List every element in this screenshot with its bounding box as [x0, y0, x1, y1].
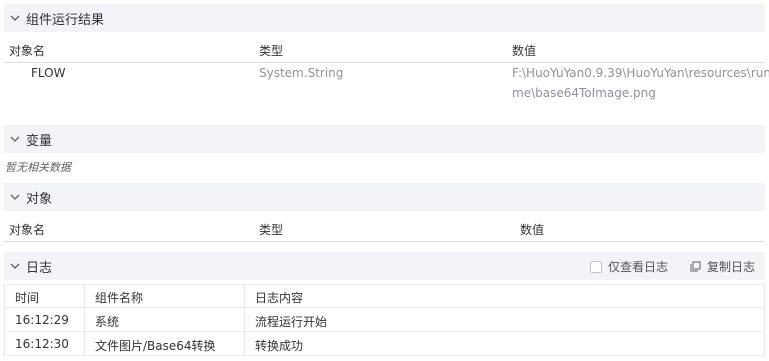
variables-empty-text: 暂无相关数据 [5, 161, 71, 174]
variables-section-header[interactable]: 变量 [4, 125, 765, 153]
log-col-content: 日志内容 [255, 291, 304, 305]
result-col-object-name: 对象名 [9, 44, 46, 58]
result-row-name: FLOW [31, 66, 66, 80]
log-row-time: 16:12:30 [15, 337, 69, 351]
log-row: 16:12:30 文件图片/Base64转换 转换成功 [4, 332, 765, 356]
chevron-down-icon[interactable] [10, 261, 20, 271]
objects-header-divider [4, 241, 765, 242]
checkbox-icon[interactable] [589, 260, 602, 273]
log-section-title: 日志 [26, 260, 53, 276]
log-col-time: 时间 [15, 291, 40, 305]
log-table-header: 时间 组件名称 日志内容 [4, 284, 765, 308]
result-header-divider [4, 62, 765, 63]
log-row-content: 转换成功 [255, 339, 304, 353]
log-grid-line [84, 284, 85, 356]
log-grid-line [4, 284, 5, 356]
result-row-value-line2: me\base64ToImage.png [512, 86, 656, 100]
only-view-log-label: 仅查看日志 [607, 260, 668, 274]
objects-col-object-name: 对象名 [9, 223, 46, 237]
result-row-value-line1: F:\HuoYuYan0.9.39\HuoYuYan\resources\run… [512, 66, 769, 80]
chevron-down-icon[interactable] [10, 13, 20, 23]
log-row-component: 文件图片/Base64转换 [95, 339, 216, 353]
variables-section-title: 变量 [26, 133, 53, 149]
copy-log-label: 复制日志 [706, 260, 755, 274]
result-col-value: 数值 [512, 44, 537, 58]
result-section-title: 组件运行结果 [26, 12, 105, 28]
only-view-log-checkbox[interactable]: 仅查看日志 [589, 258, 668, 275]
result-col-type: 类型 [259, 44, 284, 58]
log-col-component: 组件名称 [95, 291, 144, 305]
objects-section-title: 对象 [26, 191, 53, 207]
log-row: 16:12:29 系统 流程运行开始 [4, 308, 765, 332]
log-grid-line [244, 284, 245, 356]
log-actions: 仅查看日志 复制日志 [589, 258, 755, 275]
log-row-content: 流程运行开始 [255, 315, 328, 329]
copy-log-button[interactable]: 复制日志 [690, 258, 755, 275]
objects-col-value: 数值 [520, 223, 545, 237]
result-section-header[interactable]: 组件运行结果 [4, 4, 765, 32]
objects-section-header[interactable]: 对象 [4, 183, 765, 211]
chevron-down-icon[interactable] [10, 192, 20, 202]
log-row-time: 16:12:29 [15, 313, 69, 327]
copy-icon [690, 261, 701, 272]
result-row-type: System.String [259, 66, 344, 80]
log-row-component: 系统 [95, 315, 120, 329]
log-grid-line [764, 284, 765, 356]
chevron-down-icon[interactable] [10, 134, 20, 144]
objects-col-type: 类型 [259, 223, 284, 237]
